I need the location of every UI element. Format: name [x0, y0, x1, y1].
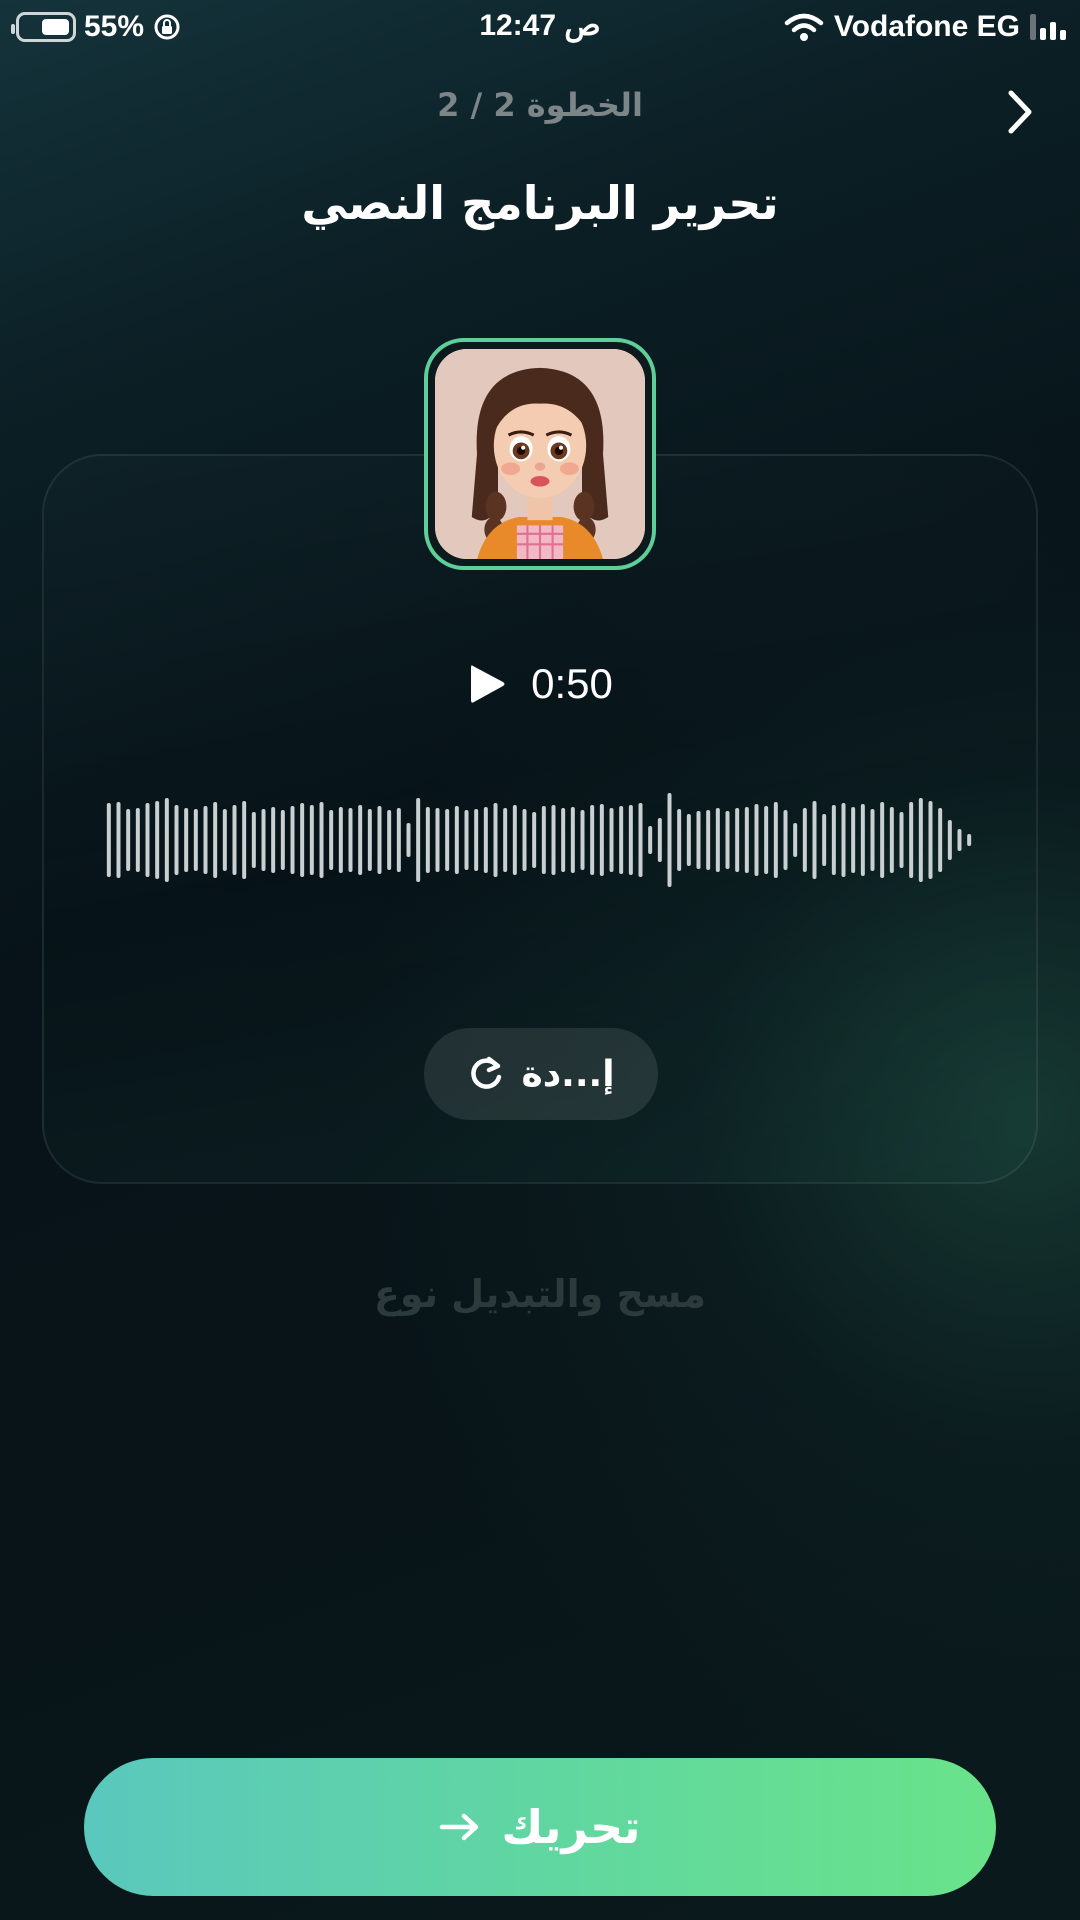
page-title: تحرير البرنامج النصي [301, 176, 779, 230]
refresh-icon [471, 1056, 502, 1089]
signal-icon [1030, 14, 1066, 40]
avatar-frame[interactable] [424, 338, 656, 570]
play-icon[interactable] [467, 662, 507, 706]
step-indicator: الخطوة 2 / 2 [437, 86, 643, 124]
status-bar: 55% 12:47 ص Vodafone EG [0, 0, 1080, 54]
status-right: Vodafone EG [784, 10, 1066, 44]
audio-waveform[interactable] [104, 780, 974, 900]
regenerate-button[interactable]: إ...دة [424, 1028, 658, 1120]
avatar [435, 349, 645, 559]
audio-player: 0:50 [0, 660, 1080, 708]
wifi-icon [784, 13, 824, 41]
status-time: 12:47 ص [479, 9, 601, 42]
animate-button-label: تحريك [501, 1800, 641, 1854]
regenerate-label: إ...دة [521, 1053, 615, 1095]
audio-duration: 0:50 [531, 660, 613, 707]
carrier-name: Vodafone EG [833, 10, 1020, 43]
animate-button[interactable]: تحريك [84, 1758, 996, 1896]
clear-and-switch-link[interactable]: مسح والتبديل نوع [0, 1272, 1080, 1316]
arrow-right-icon [440, 1813, 479, 1841]
